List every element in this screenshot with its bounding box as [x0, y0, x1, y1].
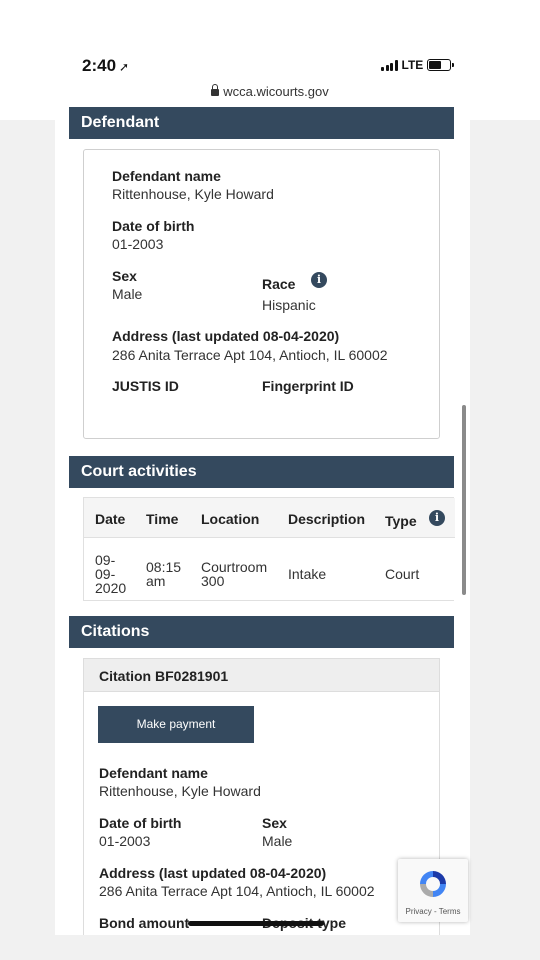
status-time: 2:40 ➚	[82, 56, 130, 75]
citation-sex-value: Male	[262, 833, 293, 849]
page-gutter-left	[0, 120, 55, 940]
col-description: Description	[288, 511, 366, 527]
race-label: Race	[262, 276, 296, 292]
col-time: Time	[146, 511, 179, 527]
battery-icon	[427, 59, 455, 71]
make-payment-button[interactable]: Make payment	[98, 706, 254, 743]
citation-address-value: 286 Anita Terrace Apt 104, Antioch, IL 6…	[99, 883, 375, 899]
signal-strength-icon	[381, 59, 398, 71]
address-label: Address (last updated 08-04-2020)	[112, 328, 340, 344]
sex-label: Sex	[112, 268, 137, 284]
network-type: LTE	[401, 58, 424, 72]
citation-sex-label: Sex	[262, 815, 287, 831]
race-value: Hispanic	[262, 297, 316, 313]
cell-time: 08:15 am	[146, 559, 182, 589]
justis-id-label: JUSTIS ID	[112, 378, 179, 394]
page-gutter-bottom	[0, 935, 540, 960]
col-type: Type	[385, 513, 417, 529]
court-activities-table: Date Time Location Description Type i 09…	[83, 497, 455, 601]
address-value: 286 Anita Terrace Apt 104, Antioch, IL 6…	[112, 347, 388, 363]
page-gutter-right	[470, 120, 540, 940]
citation-name-value: Rittenhouse, Kyle Howard	[99, 783, 261, 799]
court-activities-info-icon[interactable]: i	[429, 510, 445, 526]
cell-date: 09- 09- 2020	[95, 552, 127, 596]
recaptcha-badge[interactable]: Privacy - Terms	[398, 859, 468, 922]
dob-label: Date of birth	[112, 218, 195, 234]
col-location: Location	[201, 511, 260, 527]
status-area-background	[0, 0, 540, 120]
race-info-icon[interactable]: i	[311, 272, 327, 288]
citation-address-label: Address (last updated 08-04-2020)	[99, 865, 327, 881]
sex-value: Male	[112, 286, 143, 302]
defendant-name-value: Rittenhouse, Kyle Howard	[112, 186, 274, 202]
court-activities-header: Court activities	[69, 456, 454, 488]
fingerprint-id-label: Fingerprint ID	[262, 378, 354, 394]
defendant-section-header: Defendant	[69, 107, 454, 139]
home-indicator[interactable]	[188, 921, 324, 926]
lock-icon	[211, 84, 220, 96]
cell-type: Court	[385, 566, 420, 582]
recaptcha-icon	[420, 871, 446, 897]
citation-dob-label: Date of birth	[99, 815, 182, 831]
defendant-name-label: Defendant name	[112, 168, 221, 184]
cell-location: Courtroom 300	[201, 559, 268, 589]
url-text: wcca.wicourts.gov	[223, 84, 329, 99]
page-content: Defendant Defendant name Rittenhouse, Ky…	[55, 105, 470, 935]
citations-header: Citations	[69, 616, 454, 648]
location-arrow-icon: ➚	[119, 60, 130, 74]
defendant-card: Defendant name Rittenhouse, Kyle Howard …	[83, 149, 440, 439]
address-bar[interactable]: wcca.wicourts.gov	[0, 84, 540, 99]
col-date: Date	[95, 511, 126, 527]
scrollbar[interactable]	[462, 405, 466, 595]
status-indicators: LTE	[381, 58, 455, 72]
cell-description: Intake	[288, 566, 327, 582]
dob-value: 01-2003	[112, 236, 164, 252]
citation-dob-value: 01-2003	[99, 833, 151, 849]
recaptcha-terms[interactable]: Privacy - Terms	[398, 907, 468, 916]
bond-amount-label: Bond amount	[99, 915, 190, 931]
citation-title: Citation BF0281901	[83, 658, 440, 692]
citation-name-label: Defendant name	[99, 765, 208, 781]
